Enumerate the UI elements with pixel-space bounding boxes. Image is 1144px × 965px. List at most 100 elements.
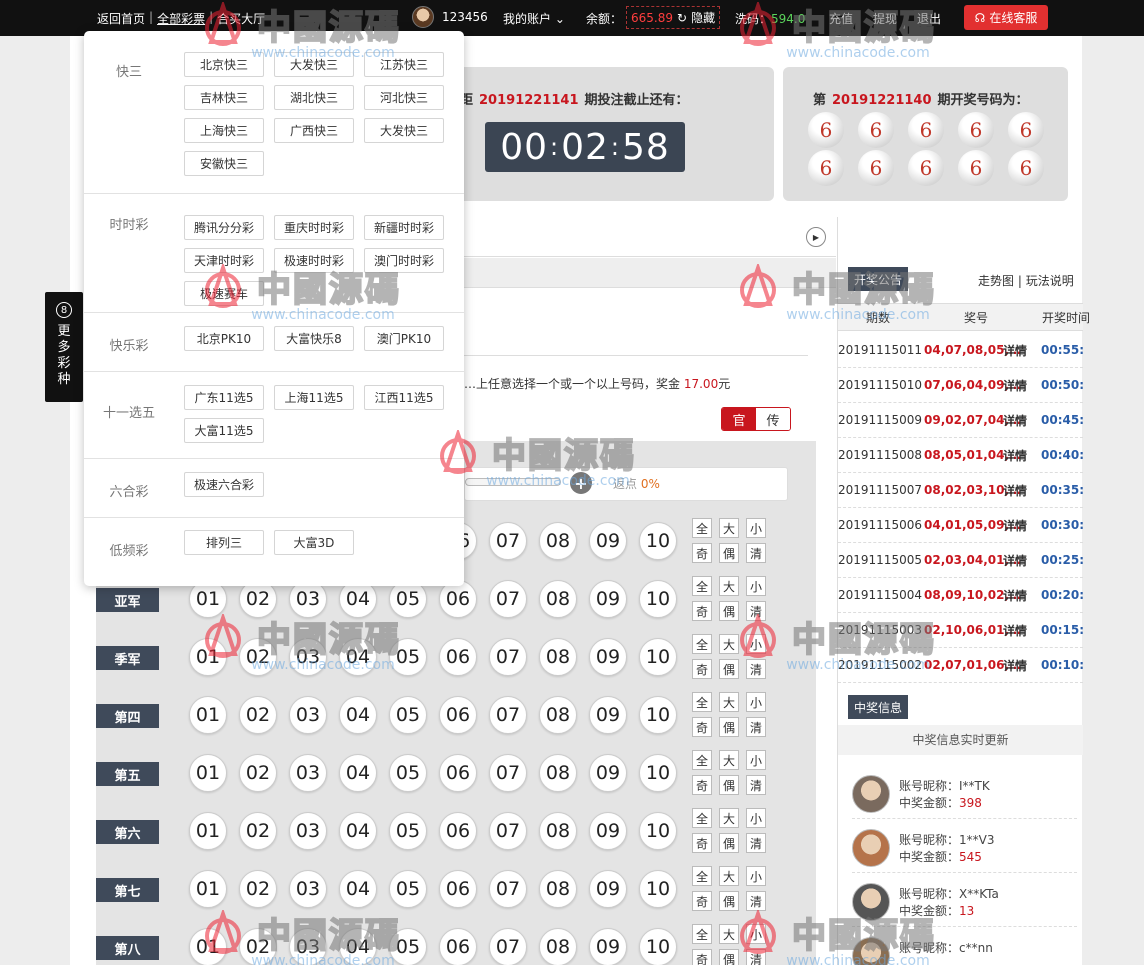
number-ball[interactable]: 04 [339, 696, 377, 734]
lottery-menu-item[interactable]: 大发快三 [364, 118, 444, 143]
win-info-tab[interactable]: 中奖信息 [848, 695, 909, 719]
lottery-menu-item[interactable]: 吉林快三 [184, 85, 264, 110]
quick-pick-button[interactable]: 偶 [719, 717, 739, 737]
draw-notice-tab[interactable]: 开奖公告 [848, 267, 909, 291]
plus-icon[interactable]: + [570, 472, 592, 494]
number-ball[interactable]: 03 [289, 928, 327, 965]
lottery-menu-item[interactable]: 北京PK10 [184, 326, 264, 351]
number-ball[interactable]: 07 [489, 812, 527, 850]
play-icon[interactable]: ▶ [806, 227, 826, 247]
number-ball[interactable]: 03 [289, 638, 327, 676]
number-ball[interactable]: 05 [389, 754, 427, 792]
number-ball[interactable]: 02 [239, 696, 277, 734]
number-ball[interactable]: 08 [539, 928, 577, 965]
quick-pick-button[interactable]: 全 [692, 750, 712, 770]
quick-pick-button[interactable]: 偶 [719, 543, 739, 563]
recharge-link[interactable]: 充值 [829, 10, 853, 27]
quick-pick-button[interactable]: 清 [746, 659, 766, 679]
number-ball[interactable]: 08 [539, 638, 577, 676]
lottery-menu-item[interactable]: 河北快三 [364, 85, 444, 110]
quick-pick-button[interactable]: 全 [692, 576, 712, 596]
rebate-slider[interactable] [465, 478, 561, 486]
all-lottery-link[interactable]: 全部彩票 [157, 10, 205, 27]
number-ball[interactable]: 06 [439, 696, 477, 734]
online-service-button[interactable]: ☊ 在线客服 [964, 5, 1048, 30]
quick-pick-button[interactable]: 全 [692, 924, 712, 944]
number-ball[interactable]: 10 [639, 522, 677, 560]
number-ball[interactable]: 07 [489, 754, 527, 792]
quick-pick-button[interactable]: 小 [746, 634, 766, 654]
lottery-menu-item[interactable]: 大富3D [274, 530, 354, 555]
quick-pick-button[interactable]: 小 [746, 518, 766, 538]
lottery-menu-item[interactable]: 江苏快三 [364, 52, 444, 77]
quick-pick-button[interactable]: 偶 [719, 891, 739, 911]
quick-pick-button[interactable]: 大 [719, 866, 739, 886]
quick-pick-button[interactable]: 奇 [692, 775, 712, 795]
quick-pick-button[interactable]: 全 [692, 808, 712, 828]
quick-pick-button[interactable]: 偶 [719, 659, 739, 679]
lottery-menu-item[interactable]: 极速赛车 [184, 281, 264, 306]
withdraw-link[interactable]: 提现 [873, 10, 897, 27]
lottery-menu-item[interactable]: 新疆时时彩 [364, 215, 444, 240]
avatar[interactable] [412, 6, 434, 28]
number-ball[interactable]: 03 [289, 812, 327, 850]
quick-pick-button[interactable]: 奇 [692, 891, 712, 911]
number-ball[interactable]: 09 [589, 638, 627, 676]
lottery-menu-item[interactable]: 极速六合彩 [184, 472, 264, 497]
number-ball[interactable]: 05 [389, 870, 427, 908]
number-ball[interactable]: 07 [489, 522, 527, 560]
quick-pick-button[interactable]: 奇 [692, 601, 712, 621]
history-detail-link[interactable]: 详情 [1003, 657, 1027, 674]
number-ball[interactable]: 05 [389, 638, 427, 676]
quick-pick-button[interactable]: 清 [746, 543, 766, 563]
quick-pick-button[interactable]: 大 [719, 634, 739, 654]
number-ball[interactable]: 02 [239, 638, 277, 676]
history-detail-link[interactable]: 详情 [1003, 517, 1027, 534]
quick-pick-button[interactable]: 清 [746, 949, 766, 965]
quick-pick-button[interactable]: 奇 [692, 717, 712, 737]
lottery-menu-item[interactable]: 重庆时时彩 [274, 215, 354, 240]
quick-pick-button[interactable]: 小 [746, 866, 766, 886]
number-ball[interactable]: 08 [539, 754, 577, 792]
lottery-menu-item[interactable]: 澳门时时彩 [364, 248, 444, 273]
number-ball[interactable]: 02 [239, 870, 277, 908]
quick-pick-button[interactable]: 大 [719, 576, 739, 596]
history-detail-link[interactable]: 详情 [1003, 482, 1027, 499]
number-ball[interactable]: 02 [239, 754, 277, 792]
number-ball[interactable]: 07 [489, 638, 527, 676]
number-ball[interactable]: 09 [589, 928, 627, 965]
lottery-menu-item[interactable]: 广西快三 [274, 118, 354, 143]
number-ball[interactable]: 07 [489, 870, 527, 908]
number-ball[interactable]: 01 [189, 696, 227, 734]
quick-pick-button[interactable]: 偶 [719, 833, 739, 853]
number-ball[interactable]: 10 [639, 928, 677, 965]
number-ball[interactable]: 08 [539, 870, 577, 908]
my-account-menu[interactable]: 我的账户 ⌄ [503, 10, 565, 27]
number-ball[interactable]: 10 [639, 580, 677, 618]
number-ball[interactable]: 09 [589, 580, 627, 618]
number-ball[interactable]: 09 [589, 696, 627, 734]
lottery-menu-item[interactable]: 安徽快三 [184, 151, 264, 176]
quick-pick-button[interactable]: 全 [692, 866, 712, 886]
number-ball[interactable]: 10 [639, 812, 677, 850]
quick-pick-button[interactable]: 奇 [692, 543, 712, 563]
number-ball[interactable]: 04 [339, 870, 377, 908]
number-ball[interactable]: 01 [189, 754, 227, 792]
number-ball[interactable]: 05 [389, 812, 427, 850]
official-mode-button[interactable]: 官 [722, 408, 756, 430]
lottery-menu-item[interactable]: 腾讯分分彩 [184, 215, 264, 240]
number-ball[interactable]: 01 [189, 638, 227, 676]
number-ball[interactable]: 03 [289, 696, 327, 734]
number-ball[interactable]: 04 [339, 754, 377, 792]
quick-pick-button[interactable]: 清 [746, 891, 766, 911]
quick-pick-button[interactable]: 奇 [692, 833, 712, 853]
number-ball[interactable]: 09 [589, 870, 627, 908]
quick-pick-button[interactable]: 小 [746, 924, 766, 944]
quick-pick-button[interactable]: 偶 [719, 601, 739, 621]
lottery-menu-item[interactable]: 广东11选5 [184, 385, 264, 410]
number-ball[interactable]: 09 [589, 754, 627, 792]
number-ball[interactable]: 05 [389, 928, 427, 965]
quick-pick-button[interactable]: 小 [746, 750, 766, 770]
number-ball[interactable]: 09 [589, 522, 627, 560]
history-detail-link[interactable]: 详情 [1003, 377, 1027, 394]
